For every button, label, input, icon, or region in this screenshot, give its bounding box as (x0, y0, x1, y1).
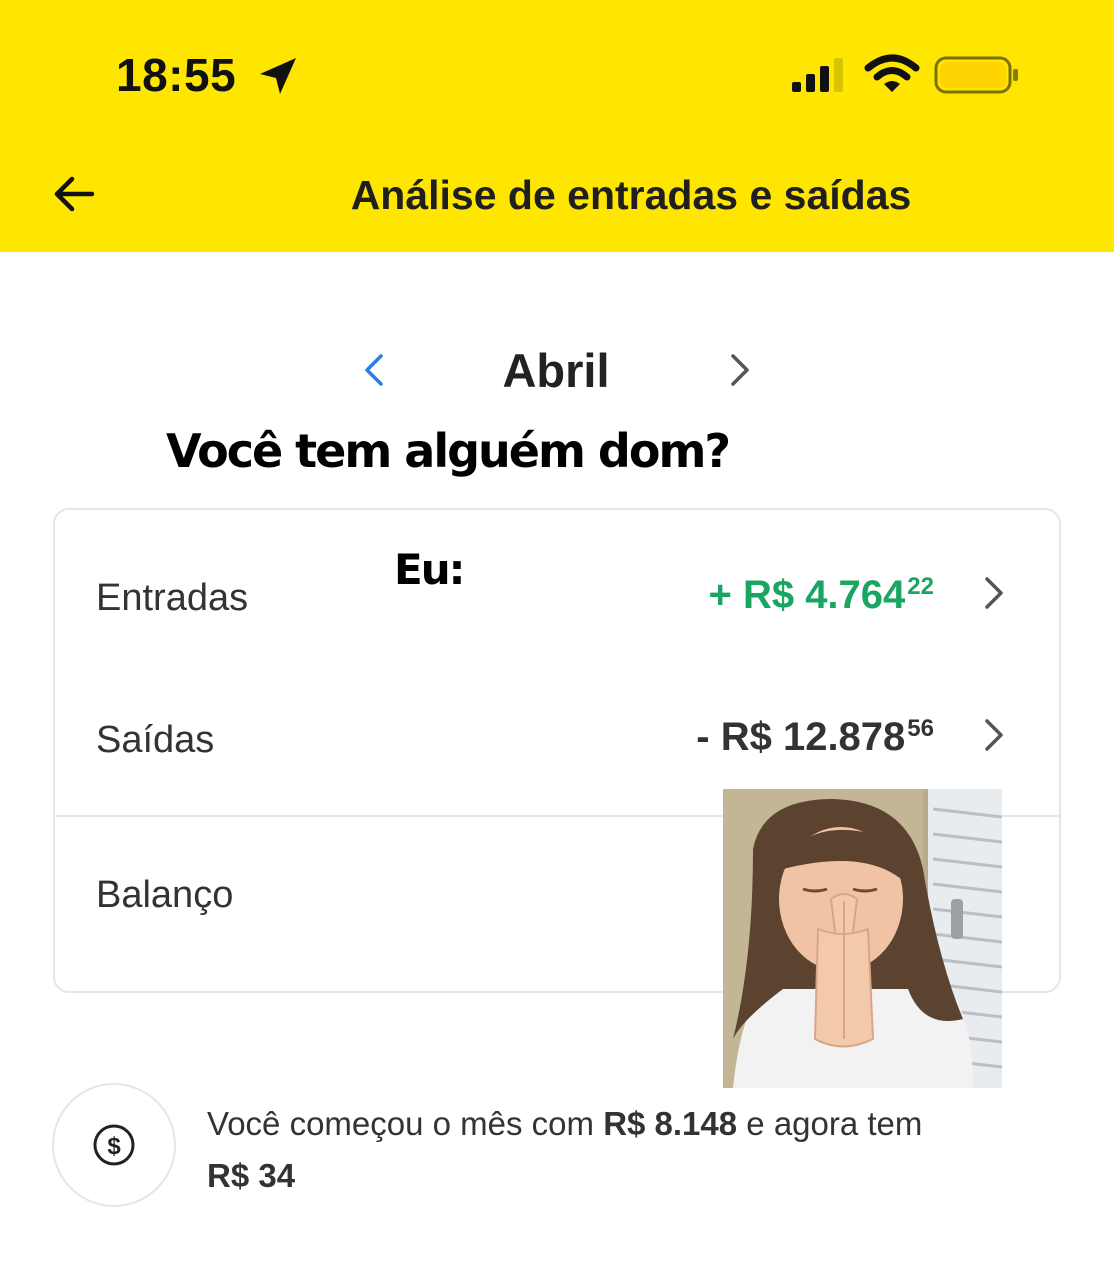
balanco-label: Balanço (96, 874, 234, 916)
meme-caption-top: Você tem alguém dom? (166, 424, 731, 478)
entradas-value: + R$ 4.76422 (708, 573, 934, 617)
battery-icon (934, 56, 1018, 94)
previous-month-chevron-icon[interactable] (356, 350, 396, 390)
app-header: 18:55 Análise de entradas e saídas (0, 0, 1114, 252)
signal-icon (792, 58, 843, 92)
entradas-label: Entradas (96, 577, 249, 619)
saidas-chevron-icon[interactable] (976, 715, 1010, 755)
month-label: Abril (502, 344, 610, 397)
svg-text:$: $ (107, 1133, 121, 1160)
saidas-label: Saídas (96, 719, 215, 761)
meme-caption-eu: Eu: (394, 545, 465, 594)
saidas-value: - R$ 12.87856 (696, 715, 934, 759)
wifi-icon (864, 54, 920, 92)
meme-photo-girl-praying (723, 789, 1002, 1088)
page-title: Análise de entradas e saídas (350, 172, 912, 218)
entradas-chevron-icon[interactable] (976, 573, 1010, 613)
month-summary-text: Você começou o mês com R$ 8.148 e agora … (207, 1105, 923, 1194)
dollar-coin-icon: $ (93, 1124, 135, 1166)
status-time: 18:55 (116, 49, 237, 101)
location-arrow-icon (260, 58, 296, 94)
next-month-chevron-icon[interactable] (718, 350, 758, 390)
